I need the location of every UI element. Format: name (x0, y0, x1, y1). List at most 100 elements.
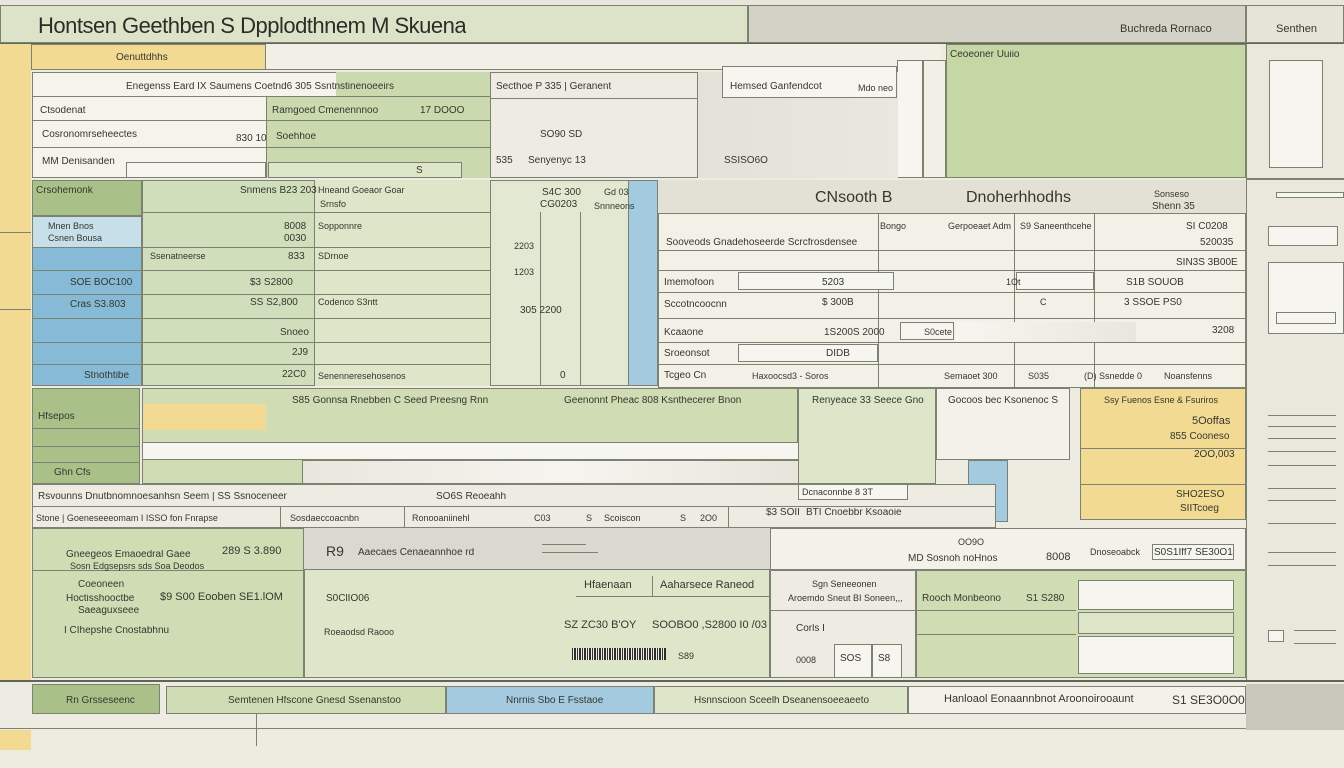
grid-center-v3: 305 2200 (520, 306, 562, 316)
bottom-form-d-v4: S8 (878, 654, 891, 664)
right-top-green-panel (946, 44, 1246, 178)
right-block-row-val-3: 1S200S 2000 (824, 328, 885, 338)
bottom-form-f-input-3[interactable] (1078, 636, 1234, 674)
sidebar-checkbox[interactable] (1268, 630, 1284, 642)
left-form-row1-left: Ctsodenat (40, 106, 86, 116)
middle-band-center2: Geenonnt Pheac 808 Ksnthecerer Bnon (564, 396, 742, 406)
sidebar-field-1[interactable] (1276, 192, 1344, 198)
grid-mid-val-6: Snoeo (280, 328, 309, 338)
window-title: Hontsen Geethben S Dpplodthnem M Skuena (38, 15, 467, 37)
bottom-form-a-line6: I CIhepshe Cnostabhnu (64, 626, 170, 636)
footer-a: Rn Grsseseenc (66, 696, 135, 706)
bottom-form-e-r: S0S1Iff7 SE30O1 (1154, 548, 1233, 558)
bottom-form-f-input-2[interactable] (1078, 612, 1234, 634)
grid-center-v4: 0 (560, 371, 566, 381)
middle-band-col4-label: Gocoos bec Ksonenoc S (948, 396, 1059, 406)
lower-strip-row2-5: S (586, 514, 593, 523)
middle-band-yellow-fill (143, 404, 266, 430)
left-form-row2-mid: Soehhoe (276, 132, 317, 142)
bottom-form-c-v1: SZ ZC30 B'OY (564, 620, 637, 631)
bottom-form-a-line5: Saeaguxseee (78, 606, 140, 616)
lower-strip-row2-6: Scoiscon (604, 514, 641, 523)
middle-band-fade (302, 460, 832, 484)
bottom-form-b-big: R9 (326, 544, 344, 558)
grid-mid-label-2: Ssenatneerse (150, 252, 206, 261)
right-block-mini-1: 1Ot (1006, 278, 1021, 287)
bottom-form-b-left2: Roeaodsd Raooo (324, 628, 395, 637)
lower-strip-row2-3: Ronooaniinehl (412, 514, 470, 523)
grid-center-head3: Gd 03 (604, 188, 629, 197)
lower-strip-row2-10: BTI Cnoebbr Ksoaoie (806, 508, 902, 518)
right-block-val-r6: 3208 (1212, 326, 1235, 336)
right-block-sub: Sooveods Gnadehoseerde Scrcfrosdensee (666, 238, 858, 248)
header-right-label-2: Senthen (1276, 24, 1317, 35)
right-block-input-2[interactable] (1016, 272, 1094, 290)
grid-center-v1: 2203 (514, 242, 535, 251)
right-block-input-3[interactable] (738, 344, 878, 362)
right-block-input-1[interactable] (738, 272, 894, 290)
middle-band-col5-val-1: 5Ooffas (1192, 416, 1231, 427)
bottom-form-d-v1: Corls I (796, 624, 825, 634)
grid-left-row-4: Stnothtibe (84, 371, 130, 381)
bottom-form-d-sub: Aroemdo Sneut BI Soneen,,, (788, 594, 903, 603)
bottom-form-b-left: S0ClIO06 (326, 594, 370, 604)
bottom-form-f-input-1[interactable] (1078, 580, 1234, 610)
lower-strip-label3: Dcnaconnbe 8 3T (802, 488, 874, 497)
mid-top-label: Hemsed Ganfendcot (730, 82, 822, 92)
left-form-header: Enegenss Eard IX Saumens Coetnd6 305 Ssn… (126, 82, 394, 92)
right-block-title-d: Shenn 35 (1152, 202, 1195, 212)
grid-mid-header-c: Srnsfo (320, 200, 347, 209)
bottom-form-e-v: 8008 (1046, 552, 1071, 563)
center-top-val2-a: 535 (496, 156, 513, 166)
bottom-form-d-head: Sgn Seneeonen (812, 580, 877, 589)
right-block-row-label-4: Sroeonsot (664, 349, 710, 359)
grid-left-row-1: SOE BOC100 (70, 278, 133, 288)
right-block-bottom-3: Semaoet 300 (944, 372, 998, 381)
sidebar-lines-1 (1268, 415, 1336, 427)
sidebar-field-2[interactable] (1268, 226, 1338, 246)
grid-mid-val-5: SS S2,800 (250, 298, 298, 308)
bottom-form-d-v2: 0008 (796, 656, 817, 665)
right-block-col-c: S9 Saneenthcehe (1020, 222, 1092, 231)
right-block-bottom-2: Haxoocsd3 - Soros (752, 372, 829, 381)
lower-strip-label2: SO6S Reoeahh (436, 492, 507, 502)
bottom-form-c-head: Hfaenaan (584, 580, 632, 591)
left-form-row2-val: 830 10 (236, 134, 267, 144)
grid-center-head: S4C 300 (542, 188, 581, 198)
footer-d: Hsnnscioon Sceelh Dseanensoeeaeeto (694, 696, 870, 706)
middle-band-input-1[interactable] (142, 442, 832, 460)
lower-strip-label4: SIITcoeg (1180, 504, 1219, 514)
middle-band-left: Hfsepos (38, 412, 75, 422)
header-right-label-1: Buchreda Rornaco (1120, 24, 1212, 35)
right-block-row-val-2: $ 300B (822, 298, 854, 308)
middle-band-col5-val-2: 855 Cooneso (1170, 432, 1230, 442)
sidebar-field-4[interactable] (1276, 312, 1336, 324)
center-top-header: Secthoe P 335 | Geranent (496, 82, 612, 92)
center-top-val2-b: Senyenyc 13 (528, 156, 586, 166)
middle-band-center: S85 Gonnsa Rnebben C Seed Preesng Rnn (292, 396, 489, 406)
mid-top-val: SSISO6O (724, 156, 768, 166)
grid-mid-val-8: 22C0 (282, 370, 306, 380)
grid-center-head4: Snnneons (594, 202, 635, 211)
barcode-icon (572, 648, 666, 660)
right-block-title-c: Sonseso (1154, 190, 1190, 199)
grid-left-row-2: Cras S3.803 (70, 300, 126, 310)
grid-mid-lighter (314, 180, 490, 386)
left-form-input-1[interactable] (126, 162, 266, 178)
grid-mid-label-5: Senenneresehosenos (318, 372, 406, 381)
middle-band-sub-left: Ghn Cfs (54, 468, 91, 478)
grid-left-col-header: Crsohemonk (36, 186, 93, 196)
right-block-fade (956, 322, 1136, 342)
sidebar-box[interactable] (1269, 60, 1323, 168)
left-form-input-2[interactable] (268, 162, 462, 178)
lower-strip-label: Rsvounns Dnutbnomnoesanhsn Seem | SS Ssn… (38, 492, 287, 502)
sidebar-lines-6 (1294, 630, 1336, 644)
right-block-mini-3: S0cete (924, 328, 953, 337)
grid-mid-val-1: 8008 (284, 222, 307, 232)
grid-left-side-ticks (0, 232, 31, 310)
lower-strip-row2-2: Sosdaeccoacnbn (290, 514, 360, 523)
grid-left-blue-label-1: Mnen Bnos (48, 222, 94, 231)
grid-mid-label-3: SDrnoe (318, 252, 349, 261)
right-block-row-label-3: Kcaaone (664, 328, 704, 338)
right-block-col-a: Bongo (880, 222, 907, 231)
